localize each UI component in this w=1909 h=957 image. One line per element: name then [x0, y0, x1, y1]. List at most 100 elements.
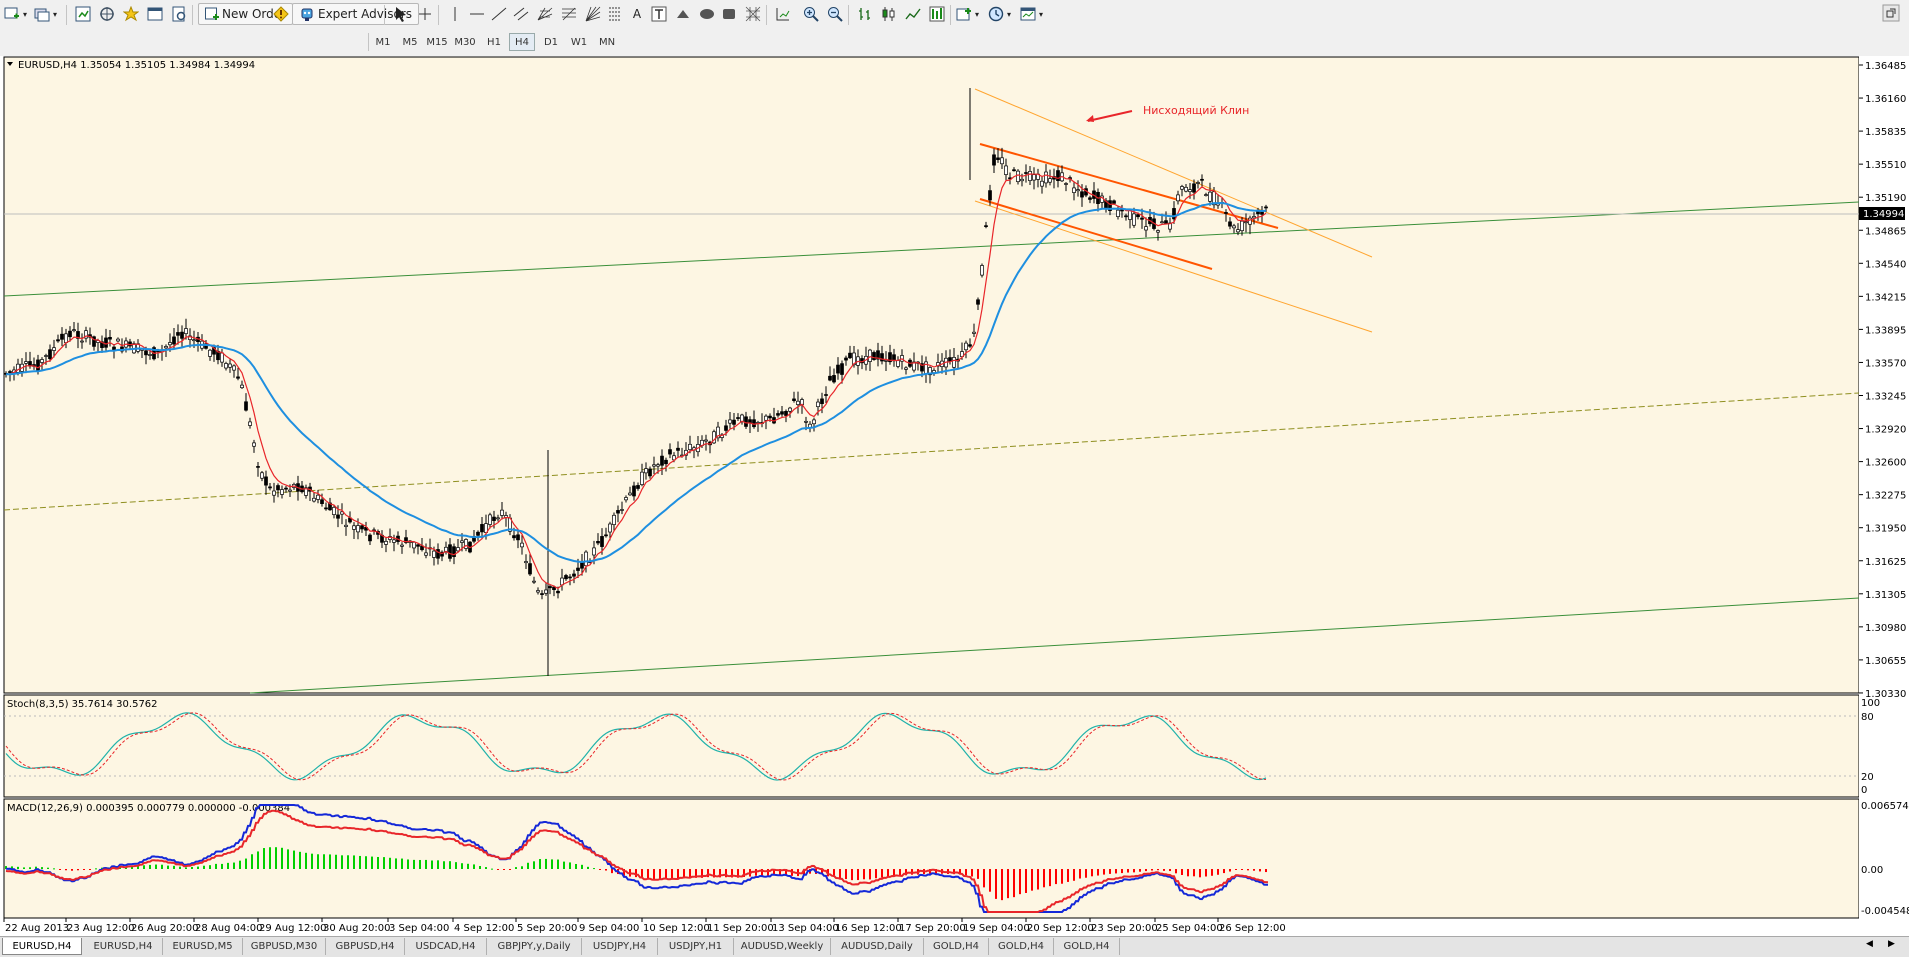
tab-gbpjpy-daily[interactable]: GBPJPY,y,Daily	[487, 938, 582, 955]
candle-body[interactable]	[432, 550, 436, 558]
candle-body[interactable]	[516, 534, 520, 541]
cursor-icon[interactable]	[390, 3, 412, 25]
candle-body[interactable]	[1252, 216, 1256, 219]
candle-body[interactable]	[788, 407, 792, 412]
tab-gold-h4-1[interactable]: GOLD,H4	[924, 938, 989, 955]
candle-body[interactable]	[1132, 213, 1136, 226]
candle-body[interactable]	[804, 420, 808, 423]
period-icon[interactable]	[926, 3, 948, 25]
candle-body[interactable]	[636, 485, 640, 489]
candle-body[interactable]	[316, 494, 320, 500]
candle-body[interactable]	[624, 497, 628, 501]
candle-body[interactable]	[1176, 194, 1180, 202]
candle-body[interactable]	[104, 337, 108, 348]
candle-body[interactable]	[464, 539, 468, 549]
candle-body[interactable]	[768, 415, 772, 419]
candle-body[interactable]	[336, 514, 340, 519]
candle-body[interactable]	[1228, 221, 1232, 227]
candle-body[interactable]	[352, 525, 356, 530]
candle-body[interactable]	[280, 489, 284, 495]
horizontal-line-icon[interactable]	[466, 3, 488, 25]
candle-body[interactable]	[648, 468, 652, 477]
candle-body[interactable]	[868, 349, 872, 362]
candle-body[interactable]	[568, 576, 572, 579]
candle-body[interactable]	[524, 561, 528, 564]
tabs-scroll-right-icon[interactable]: ▶	[1888, 939, 1895, 949]
candle-body[interactable]	[840, 363, 844, 375]
gann-fan-icon[interactable]	[582, 3, 604, 25]
candle-body[interactable]	[1020, 178, 1024, 182]
tester-icon[interactable]	[168, 3, 190, 25]
candle-body[interactable]	[660, 455, 664, 466]
candle-body[interactable]	[640, 471, 644, 485]
candle-body[interactable]	[312, 497, 316, 502]
bar-chart-icon[interactable]	[854, 3, 876, 25]
tab-gold-h4-3[interactable]: GOLD,H4	[1054, 938, 1120, 955]
candle-body[interactable]	[48, 349, 52, 360]
candle-body[interactable]	[1164, 220, 1168, 224]
candle-body[interactable]	[1012, 169, 1016, 172]
candle-body[interactable]	[844, 357, 848, 361]
arrow-shape-icon[interactable]	[672, 3, 694, 25]
candle-body[interactable]	[480, 524, 484, 533]
candle-body[interactable]	[228, 363, 232, 368]
candle-body[interactable]	[252, 442, 256, 447]
candle-body[interactable]	[924, 361, 928, 375]
candle-body[interactable]	[832, 375, 836, 383]
candle-body[interactable]	[1076, 189, 1080, 192]
candle-body[interactable]	[744, 416, 748, 427]
candle-body[interactable]	[476, 531, 480, 536]
candle-body[interactable]	[184, 328, 188, 335]
candle-body[interactable]	[532, 580, 536, 583]
candle-body[interactable]	[780, 411, 784, 415]
candlestick-icon[interactable]	[878, 3, 900, 25]
candle-body[interactable]	[816, 401, 820, 408]
candle-body[interactable]	[52, 347, 56, 351]
candle-body[interactable]	[540, 593, 544, 595]
candle-body[interactable]	[1064, 183, 1068, 185]
candle-body[interactable]	[416, 544, 420, 547]
candle-body[interactable]	[80, 340, 84, 343]
candle-body[interactable]	[1196, 182, 1200, 184]
candle-body[interactable]	[1016, 170, 1020, 183]
candle-body[interactable]	[848, 352, 852, 359]
candle-body[interactable]	[244, 401, 248, 411]
candle-body[interactable]	[1140, 217, 1144, 220]
timeframe-M5[interactable]: M5	[397, 33, 423, 51]
candle-body[interactable]	[1144, 226, 1148, 231]
candle-body[interactable]	[256, 466, 260, 468]
candle-body[interactable]	[500, 509, 504, 516]
candle-body[interactable]	[164, 346, 168, 349]
candle-body[interactable]	[1112, 200, 1116, 204]
candle-body[interactable]	[824, 394, 828, 396]
candle-body[interactable]	[548, 586, 552, 589]
candle-body[interactable]	[1204, 194, 1208, 196]
candle-body[interactable]	[664, 459, 668, 465]
candle-body[interactable]	[592, 547, 596, 556]
profiles-icon[interactable]: ▾	[34, 3, 57, 25]
annotation-text[interactable]: Нисходящий Клин	[1143, 104, 1249, 117]
trendline-icon[interactable]	[488, 3, 510, 25]
candle-body[interactable]	[264, 476, 268, 486]
candle-body[interactable]	[600, 536, 604, 547]
candle-body[interactable]	[564, 575, 568, 580]
candle-body[interactable]	[72, 329, 76, 331]
templates-icon[interactable]: ▾	[1020, 3, 1043, 25]
candle-body[interactable]	[44, 355, 48, 357]
channel-icon[interactable]	[510, 3, 532, 25]
candle-body[interactable]	[180, 331, 184, 339]
candle-body[interactable]	[688, 443, 692, 451]
fibonacci-icon[interactable]	[558, 3, 580, 25]
candle-body[interactable]	[812, 419, 816, 425]
candle-body[interactable]	[596, 541, 600, 544]
tab-eurusd-h4[interactable]: EURUSD,H4	[84, 938, 163, 955]
candle-body[interactable]	[1056, 170, 1060, 181]
candle-body[interactable]	[1244, 221, 1248, 224]
candle-body[interactable]	[272, 490, 276, 496]
candle-body[interactable]	[1136, 214, 1140, 218]
candle-body[interactable]	[68, 330, 72, 338]
candle-body[interactable]	[828, 375, 832, 381]
candle-body[interactable]	[1128, 210, 1132, 220]
rectangle-icon[interactable]	[718, 3, 740, 25]
candle-body[interactable]	[56, 339, 60, 342]
